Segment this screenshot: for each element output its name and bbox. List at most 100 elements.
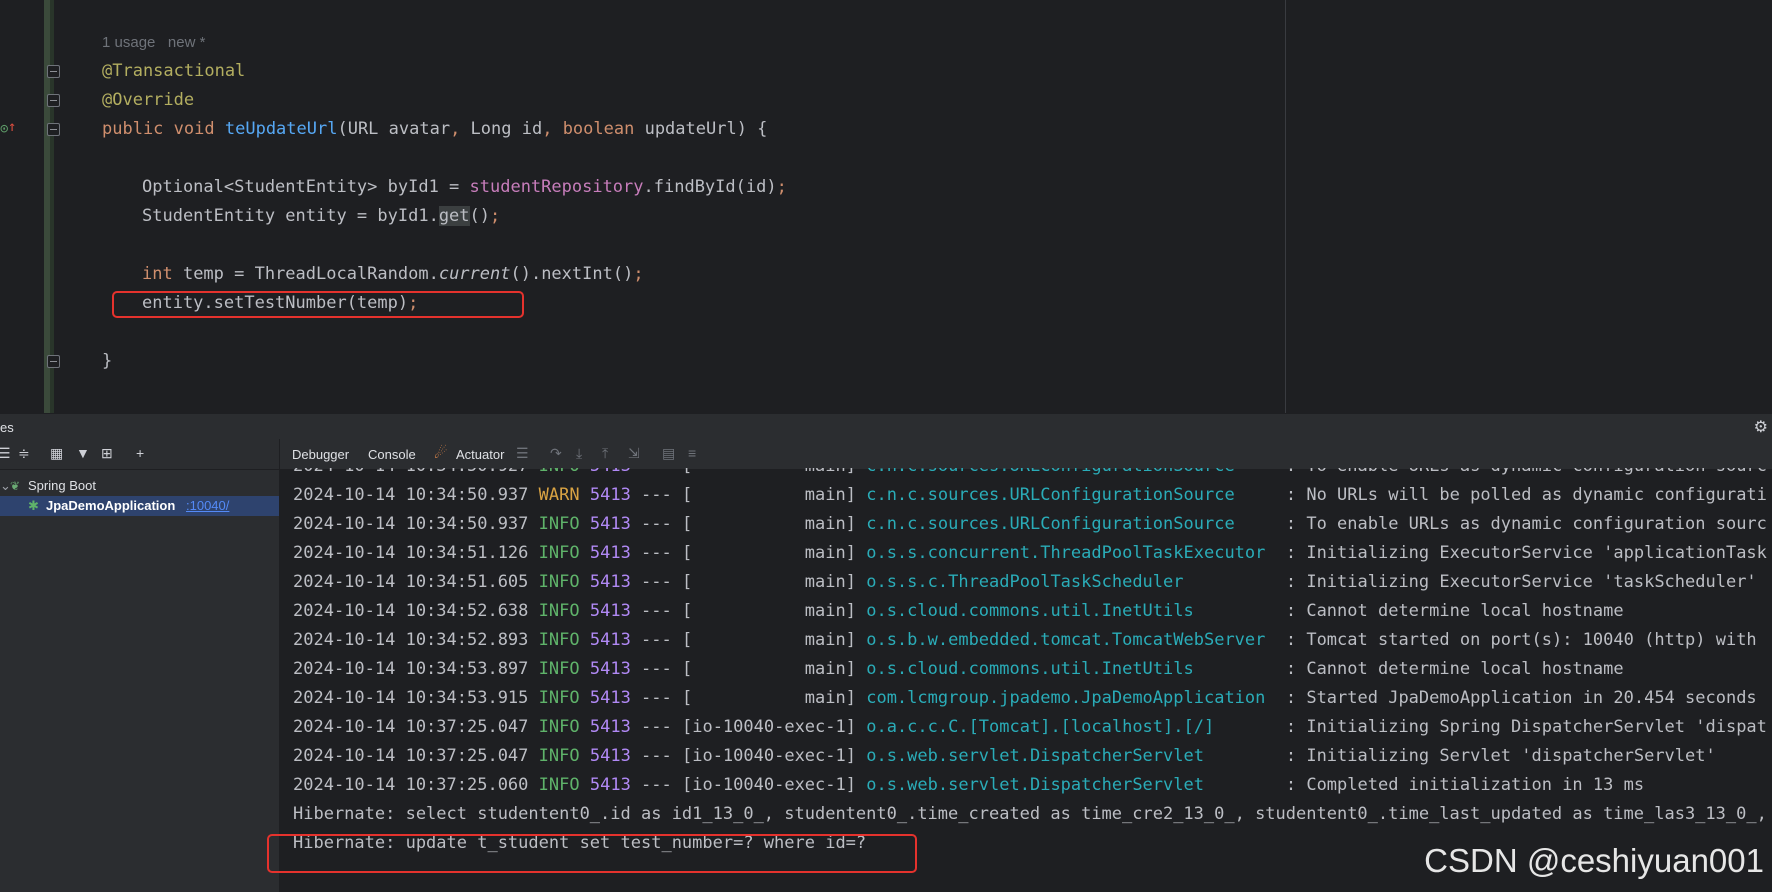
log-row-hibernate-select: Hibernate: select studentent0_.id as id1…	[293, 804, 1767, 824]
step-out-icon[interactable]: ⤒	[602, 445, 608, 462]
log-message: : Started JpaDemoApplication in 20.454 s…	[1275, 688, 1757, 708]
fold-toggle-icon[interactable]	[47, 123, 60, 136]
log-level: INFO	[538, 543, 580, 563]
log-logger: com.lcmgroup.jpademo.JpaDemoApplication	[866, 688, 1276, 708]
tab-actuator[interactable]: Actuator	[456, 447, 504, 462]
log-thread: --- [ main]	[630, 485, 867, 505]
log-timestamp: 2024-10-14 10:37:25.047	[293, 746, 529, 766]
log-row: 2024-10-14 10:34:53.897 INFO 5413 --- [ …	[293, 655, 1624, 683]
log-pid: 5413	[589, 572, 631, 592]
log-pid: 5413	[589, 601, 631, 621]
log-level: INFO	[538, 717, 580, 737]
log-logger: o.s.s.concurrent.ThreadPoolTaskExecutor	[866, 543, 1276, 563]
tool-window-title: es	[0, 420, 14, 435]
log-pid: 5413	[589, 775, 631, 795]
add-icon[interactable]: +	[136, 445, 144, 461]
fold-toggle-icon[interactable]	[47, 94, 60, 107]
collapse-all-icon[interactable]: ≑	[18, 445, 30, 462]
log-message: : Tomcat started on port(s): 10040 (http…	[1275, 630, 1757, 650]
code-editor[interactable]: ⊙ ↑ 1 usage new * @Transactional @Overri…	[0, 0, 1772, 413]
log-row: 2024-10-14 10:34:52.893 INFO 5413 --- [ …	[293, 626, 1757, 654]
new-tab-icon[interactable]: ⊞	[101, 445, 113, 462]
log-message: : Initializing ExecutorService 'taskSche…	[1275, 572, 1757, 592]
editor-gutter: ⊙ ↑	[0, 0, 60, 413]
console-panel: Debugger Console ☄ Actuator ☰ ↷ ⤓ ⤒ ⇲ ▤ …	[267, 439, 1772, 892]
step-into-icon[interactable]: ⤓	[576, 445, 582, 462]
tab-console[interactable]: Console	[368, 447, 416, 462]
log-thread: --- [ main]	[630, 514, 867, 534]
log-message: : To enable URLs as dynamic configuratio…	[1275, 514, 1767, 534]
log-timestamp: 2024-10-14 10:34:52.893	[293, 630, 529, 650]
usage-hint[interactable]: 1 usage new *	[102, 31, 205, 55]
log-row: 2024-10-14 10:34:51.126 INFO 5413 --- [ …	[293, 539, 1767, 567]
code-line-method-signature: public void teUpdateUrl(URL avatar, Long…	[102, 119, 768, 139]
console-output[interactable]: 2024-10-14 10:34:50.927 INFO 5413 --- [ …	[293, 468, 1772, 892]
console-toolbar: Debugger Console ☄ Actuator ☰ ↷ ⤓ ⤒ ⇲ ▤ …	[280, 439, 1772, 470]
step-over-icon[interactable]: ↷	[550, 445, 562, 462]
log-pid: 5413	[589, 659, 631, 679]
settings-list-icon[interactable]: ≡	[688, 445, 696, 461]
menu-icon[interactable]: ☰	[516, 445, 529, 462]
log-timestamp: 2024-10-14 10:34:51.126	[293, 543, 529, 563]
log-pid: 5413	[589, 630, 631, 650]
log-level: WARN	[538, 485, 580, 505]
log-logger: o.s.b.w.embedded.tomcat.TomcatWebServer	[866, 630, 1276, 650]
fold-toggle-icon[interactable]	[47, 65, 60, 78]
log-timestamp: 2024-10-14 10:34:50.927	[293, 468, 528, 476]
log-row: 2024-10-14 10:37:25.047 INFO 5413 --- [i…	[293, 713, 1767, 741]
log-level: INFO	[538, 514, 580, 534]
override-arrow-icon[interactable]: ↑	[8, 119, 16, 135]
log-level: INFO	[538, 775, 580, 795]
log-pid: 5413	[589, 514, 631, 534]
log-level: INFO	[538, 572, 580, 592]
log-timestamp: 2024-10-14 10:37:25.060	[293, 775, 529, 795]
log-pid: 5413	[589, 485, 631, 505]
log-logger: c.n.c.sources.URLConfigurationSource	[866, 485, 1276, 505]
highlight-box-hibernate-update	[267, 834, 917, 873]
log-timestamp: 2024-10-14 10:34:50.937	[293, 514, 529, 534]
log-logger: o.s.s.c.ThreadPoolTaskScheduler	[866, 572, 1276, 592]
tree-item-jpa-demo-application[interactable]: ✱ JpaDemoApplication :10040/	[0, 496, 279, 516]
log-logger: c.n.c.sources.URLConfigurationSource	[866, 468, 1275, 476]
expand-all-icon[interactable]: ☰	[0, 445, 11, 462]
port-link[interactable]: :10040/	[186, 496, 229, 516]
code-line-get-entity: StudentEntity entity = byId1.get();	[142, 206, 501, 226]
services-tree-panel: ☰ ≑ ▦ ▼ ⊞ + ⌄ ❦ Spring Boot ✱ JpaDemoApp…	[0, 439, 280, 892]
log-message: : Initializing ExecutorService 'applicat…	[1275, 543, 1767, 563]
code-line-annotation-override: @Override	[102, 90, 195, 110]
log-pid: 5413	[589, 543, 631, 563]
group-icon[interactable]: ▦	[50, 445, 63, 462]
log-timestamp: 2024-10-14 10:34:52.638	[293, 601, 529, 621]
log-thread: --- [io-10040-exec-1]	[630, 775, 867, 795]
tree-item-spring-boot[interactable]: ⌄ ❦ Spring Boot	[0, 476, 279, 496]
log-thread: --- [ main]	[631, 468, 866, 476]
code-line-annotation-transactional: @Transactional	[102, 61, 246, 81]
code-line-find-by-id: Optional<StudentEntity> byId1 = studentR…	[142, 177, 787, 197]
log-thread: --- [ main]	[630, 688, 867, 708]
log-pid: 5413	[589, 746, 631, 766]
filter-icon[interactable]: ▼	[76, 445, 90, 461]
log-row: 2024-10-14 10:37:25.047 INFO 5413 --- [i…	[293, 742, 1716, 770]
log-row: 2024-10-14 10:34:51.605 INFO 5413 --- [ …	[293, 568, 1757, 596]
log-thread: --- [ main]	[630, 572, 867, 592]
log-message: : No URLs will be polled as dynamic conf…	[1275, 485, 1767, 505]
log-thread: --- [io-10040-exec-1]	[630, 717, 867, 737]
gear-icon[interactable]: ⚙	[1754, 417, 1768, 437]
table-icon[interactable]: ▤	[662, 445, 675, 462]
highlight-box-set-test-number	[112, 291, 524, 318]
log-message: : Initializing Servlet 'dispatcherServle…	[1275, 746, 1716, 766]
tab-debugger[interactable]: Debugger	[292, 447, 349, 462]
log-timestamp: 2024-10-14 10:34:51.605	[293, 572, 529, 592]
log-level: INFO	[538, 659, 580, 679]
log-row: 2024-10-14 10:37:25.060 INFO 5413 --- [i…	[293, 771, 1644, 799]
log-row: 2024-10-14 10:34:50.927 INFO 5413 --- [ …	[293, 468, 1767, 480]
run-to-cursor-icon[interactable]: ⇲	[628, 445, 640, 462]
log-message: : Completed initialization in 13 ms	[1275, 775, 1645, 795]
log-message: : Cannot determine local hostname	[1275, 659, 1624, 679]
log-logger: c.n.c.sources.URLConfigurationSource	[866, 514, 1276, 534]
log-message: : Initializing Spring DispatcherServlet …	[1275, 717, 1767, 737]
log-level: INFO	[538, 688, 580, 708]
log-pid: 5413	[589, 688, 631, 708]
fold-toggle-icon[interactable]	[47, 355, 60, 368]
log-thread: --- [ main]	[630, 659, 867, 679]
